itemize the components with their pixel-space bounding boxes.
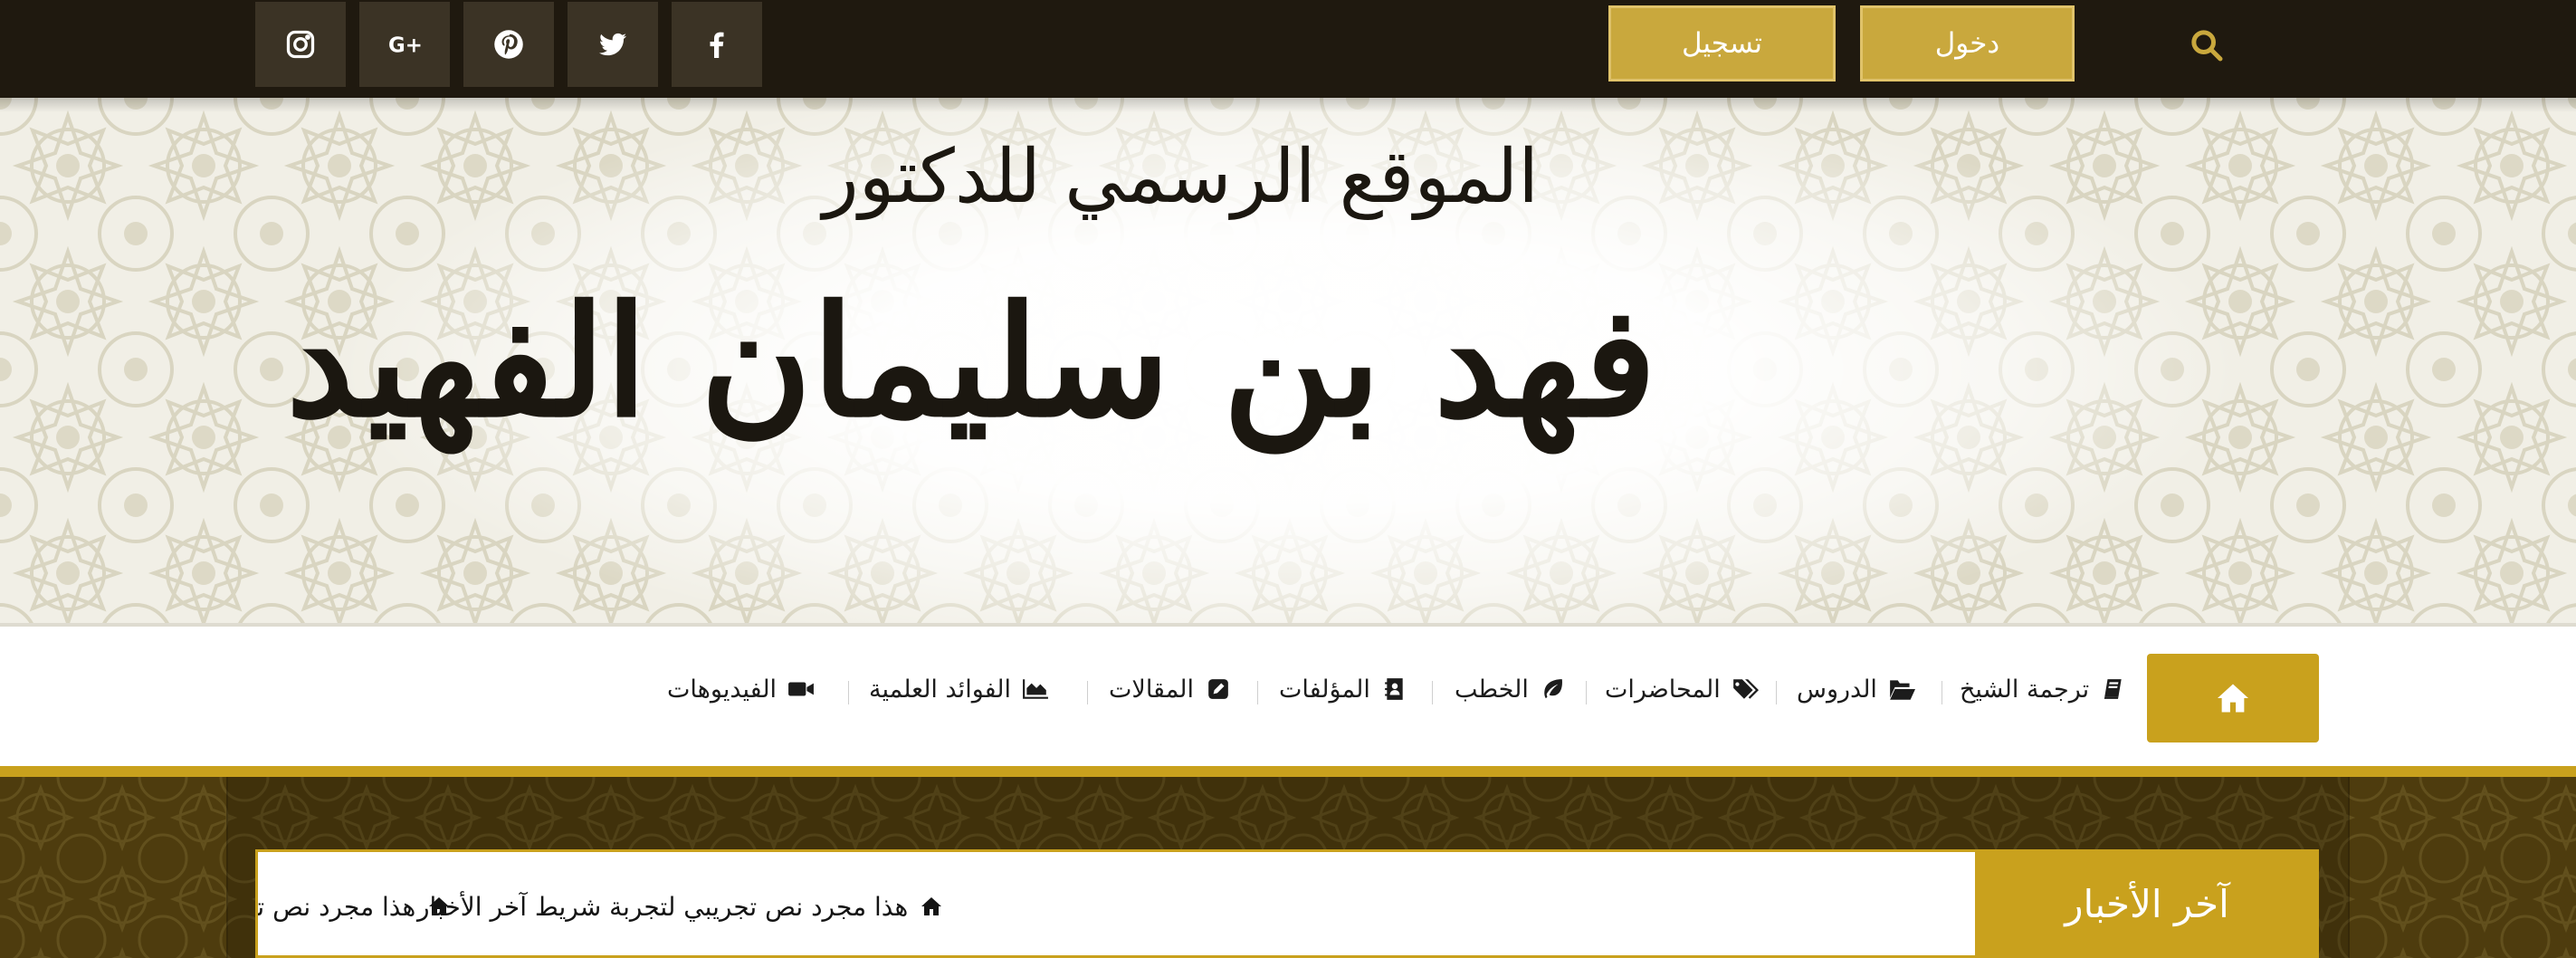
nav-item-articles[interactable]: المقالات [1109, 668, 1232, 710]
latest-news-label: آخر الأخبار [1975, 849, 2319, 958]
leaf-icon [1544, 679, 1562, 699]
logo-subtitle: الموقع الرسمي للدكتور [823, 134, 1539, 220]
book-icon [2104, 679, 2122, 699]
nav-separator [1257, 681, 1258, 704]
instagram-icon [286, 30, 315, 59]
login-button[interactable]: دخول [1860, 5, 2075, 81]
home-icon [921, 897, 942, 915]
nav-item-lessons[interactable]: الدروس [1797, 668, 1915, 710]
facebook-icon [710, 32, 724, 58]
nav-separator [1776, 681, 1777, 704]
pinterest-button[interactable] [463, 2, 554, 87]
nav-item-label: الفيديوهات [667, 675, 778, 704]
nav-item-label: المؤلفات [1279, 675, 1370, 704]
address-book-icon [1384, 678, 1403, 700]
home-button[interactable] [2147, 654, 2319, 742]
nav-bottom-border [0, 766, 2576, 777]
folder-open-icon [1890, 680, 1915, 700]
video-camera-icon [788, 682, 814, 696]
nav-item-scientific-benefits[interactable]: الفوائد العلمية [869, 668, 1049, 710]
ticker-item-text: هذا مجرد نص تجريبي لتجربة شريط آخر الأخب… [257, 891, 416, 922]
nav-item-biography[interactable]: ترجمة الشيخ [1960, 668, 2127, 710]
nav-item-videos[interactable]: الفيديوهات [667, 668, 815, 710]
ticker-item[interactable]: هذا مجرد نص تجريبي لتجربة شريط آخر الأخب… [257, 888, 450, 924]
nav-separator [1432, 681, 1433, 704]
home-icon [2218, 684, 2248, 713]
instagram-button[interactable] [255, 2, 346, 87]
nav-item-label: الخطب [1455, 675, 1529, 704]
google-plus-icon: G+ [388, 34, 421, 57]
logo-title: فهد بن سليمان الفهيد [286, 272, 1656, 451]
search-icon[interactable] [2189, 27, 2225, 63]
tags-icon [1732, 679, 1759, 699]
nav-item-label: المقالات [1109, 675, 1195, 704]
nav-item-label: الفوائد العلمية [869, 675, 1012, 704]
pinterest-icon [494, 30, 523, 59]
google-plus-button[interactable]: G+ [359, 2, 450, 87]
edit-icon [1208, 679, 1228, 699]
nav-item-label: المحاضرات [1605, 675, 1721, 704]
nav-item-label: الدروس [1797, 675, 1877, 704]
twitter-button[interactable] [568, 2, 658, 87]
nav-item-sermons[interactable]: الخطب [1455, 668, 1567, 710]
area-chart-icon [1023, 679, 1048, 699]
ticker-item[interactable]: هذا مجرد نص تجريبي لتجربة شريط آخر الأخب… [417, 888, 942, 924]
ticker-item-text: هذا مجرد نص تجريبي لتجربة شريط آخر الأخب… [417, 891, 909, 922]
news-ticker[interactable]: هذا مجرد نص تجريبي لتجربة شريط آخر الأخب… [255, 849, 2228, 958]
main-nav: ترجمة الشيخ الدروس المحاضرات الخطب المؤل… [0, 627, 2576, 766]
top-bar: G+ تسجيل دخول [0, 0, 2576, 98]
register-button[interactable]: تسجيل [1608, 5, 1836, 81]
banner-top-shadow [0, 98, 2576, 112]
svg-text:G+: G+ [388, 34, 421, 57]
nav-separator [848, 681, 849, 704]
nav-separator [1087, 681, 1088, 704]
nav-item-label: ترجمة الشيخ [1960, 675, 2090, 704]
twitter-icon [599, 33, 626, 56]
facebook-button[interactable] [672, 2, 762, 87]
nav-item-books[interactable]: المؤلفات [1279, 668, 1408, 710]
nav-item-lectures[interactable]: المحاضرات [1605, 668, 1759, 710]
home-icon [429, 897, 450, 915]
nav-separator [1586, 681, 1587, 704]
